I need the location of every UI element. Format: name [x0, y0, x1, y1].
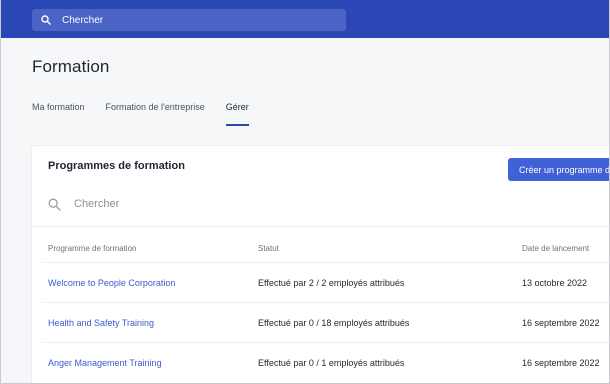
training-programs-card: Programmes de formation Créer un program…	[32, 146, 609, 383]
search-icon	[41, 14, 53, 26]
date-cell: 16 septembre 2022	[522, 358, 600, 368]
tab-bar: Ma formation Formation de l'entreprise G…	[32, 100, 270, 126]
program-link[interactable]: Welcome to People Corporation	[48, 278, 175, 288]
divider	[42, 342, 609, 343]
create-program-button[interactable]: Créer un programme de formation	[508, 158, 609, 181]
divider	[42, 302, 609, 303]
status-cell: Effectué par 0 / 1 employés attribués	[258, 358, 405, 368]
search-icon	[48, 197, 62, 211]
card-title: Programmes de formation	[48, 160, 185, 172]
date-cell: 16 septembre 2022	[522, 318, 600, 328]
divider	[42, 262, 609, 263]
date-cell: 13 octobre 2022	[522, 278, 588, 288]
column-header-program[interactable]: Programme de formation	[48, 244, 136, 253]
global-search-input[interactable]: Chercher	[32, 9, 346, 31]
column-header-launch-date[interactable]: Date de lancement	[522, 244, 589, 253]
global-search-placeholder: Chercher	[62, 14, 104, 26]
tab-gerer[interactable]: Gérer	[225, 100, 249, 126]
column-header-status[interactable]: Statut	[258, 244, 279, 253]
page-title: Formation	[32, 57, 110, 76]
status-cell: Effectué par 0 / 18 employés attribués	[258, 318, 410, 328]
program-link[interactable]: Health and Safety Training	[48, 318, 154, 328]
app-window: Chercher Formation Ma formation Formatio…	[0, 0, 610, 384]
program-link[interactable]: Anger Management Training	[48, 358, 162, 368]
program-search-input[interactable]: Chercher	[48, 194, 608, 214]
tab-ma-formation[interactable]: Ma formation	[32, 100, 85, 126]
divider	[32, 226, 609, 227]
status-cell: Effectué par 2 / 2 employés attribués	[258, 278, 405, 288]
tab-formation-entreprise[interactable]: Formation de l'entreprise	[106, 100, 205, 126]
program-search-placeholder: Chercher	[74, 198, 120, 210]
top-bar: Chercher	[1, 0, 609, 38]
